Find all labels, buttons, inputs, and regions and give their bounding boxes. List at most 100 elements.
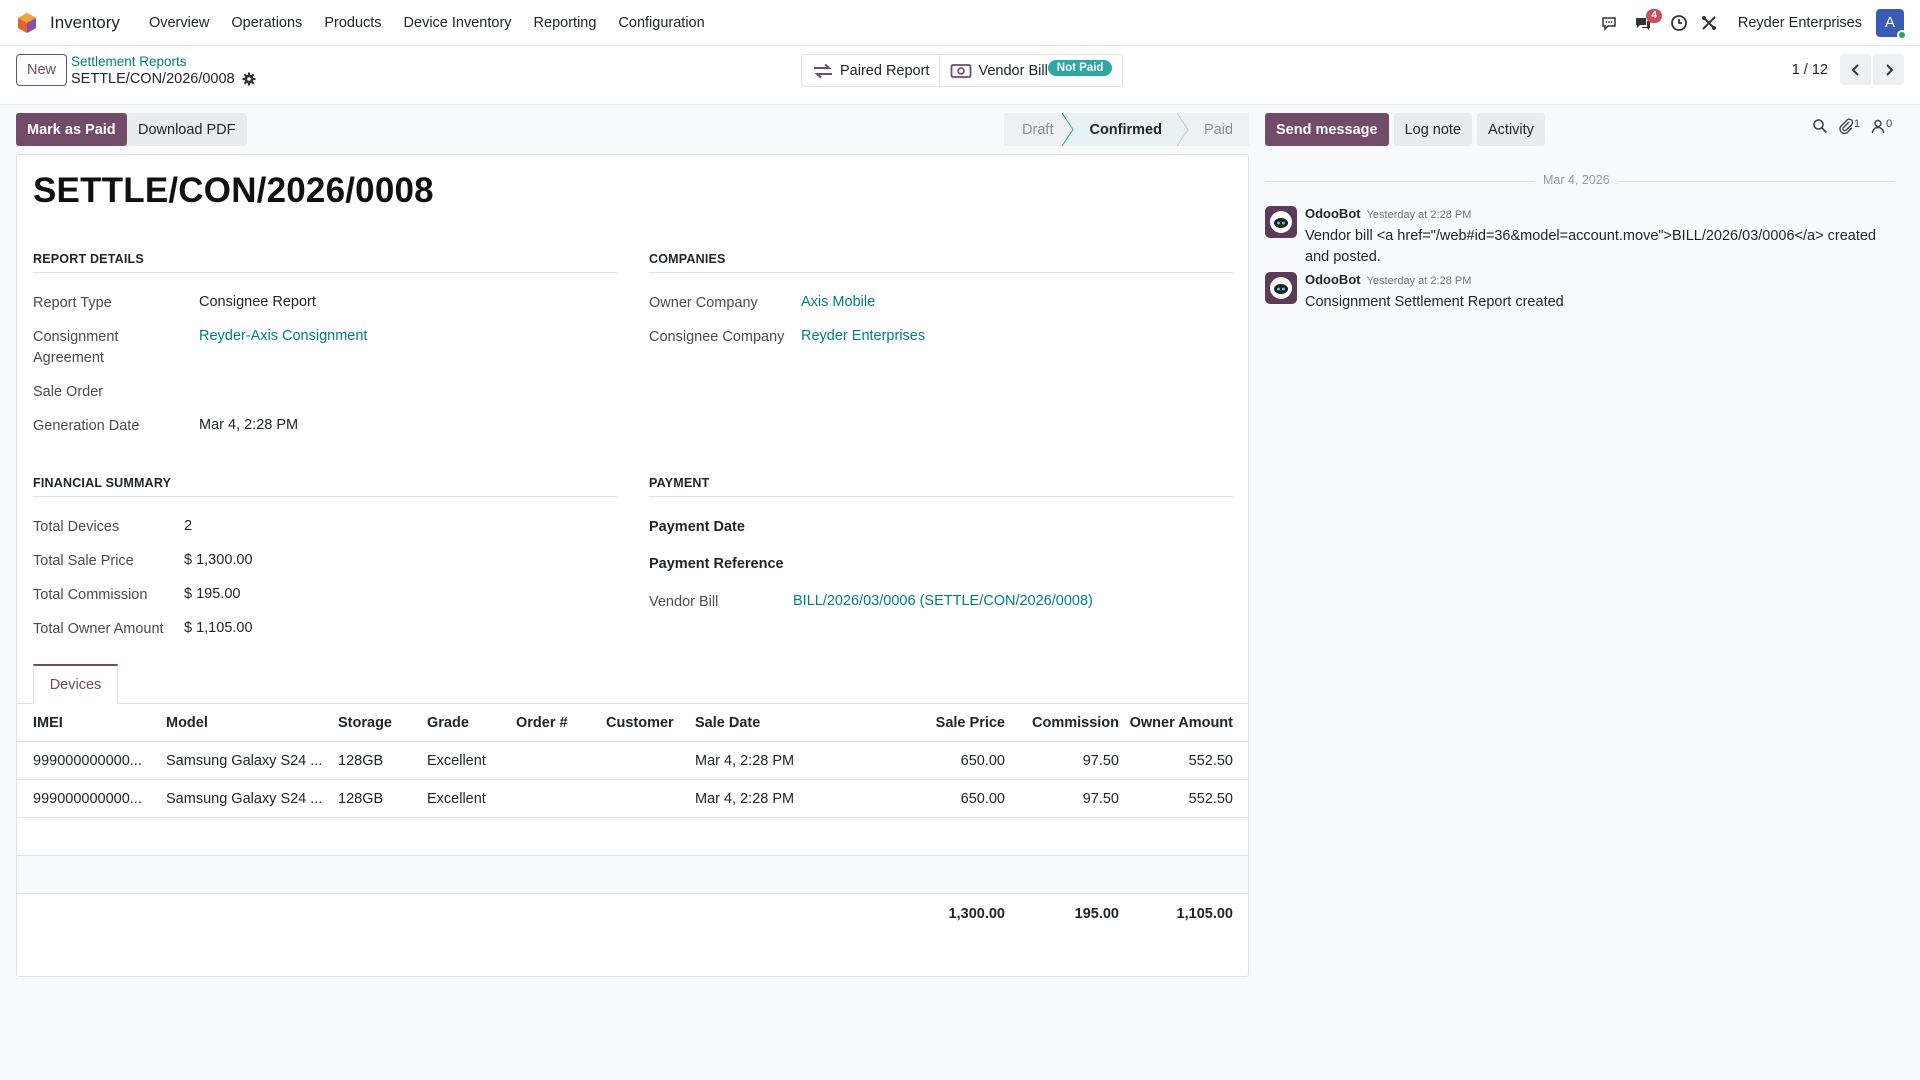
paired-report-label: Paired Report [840, 62, 930, 79]
row-sale-price: 650.00 [960, 753, 1005, 769]
row-owner-amount: 552.50 [1188, 753, 1233, 769]
col-imei[interactable]: IMEI [33, 704, 63, 742]
paired-report-button[interactable]: Paired Report [802, 55, 939, 86]
menu-overview[interactable]: Overview [138, 15, 220, 31]
menu-device-inventory[interactable]: Device Inventory [393, 15, 523, 31]
table-row[interactable]: 999000000000... Samsung Galaxy S24 ... 1… [17, 742, 1248, 780]
paperclip-icon [1839, 118, 1854, 134]
row-model: Samsung Galaxy S24 ... [166, 753, 323, 769]
messages-icon[interactable]: 4 [1628, 8, 1662, 38]
gear-icon[interactable] [242, 72, 256, 86]
stage-draft-label: Draft [1022, 121, 1054, 138]
col-sale-date[interactable]: Sale Date [695, 704, 760, 742]
menu-operations[interactable]: Operations [220, 15, 313, 31]
row-model: Samsung Galaxy S24 ... [166, 791, 323, 807]
total-owner-amount-sum: 1,105.00 [1176, 906, 1233, 922]
odoobot-avatar[interactable] [1265, 206, 1297, 238]
activity-clock-icon[interactable] [1664, 8, 1694, 38]
log-note-button[interactable]: Log note [1393, 113, 1473, 146]
message-author-name[interactable]: OdooBot [1305, 206, 1361, 221]
report-type-label: Report Type [33, 295, 112, 311]
form-sheet: SETTLE/CON/2026/0008 REPORT DETAILS Repo… [16, 154, 1249, 977]
followers-button[interactable]: 0 [1870, 118, 1892, 134]
menu-configuration[interactable]: Configuration [607, 15, 715, 31]
inventory-app-logo-icon[interactable] [16, 12, 38, 34]
chatter-topbar: Send message Log note Activity [1265, 113, 1545, 146]
stage-confirmed[interactable]: Confirmed [1062, 113, 1178, 146]
col-order[interactable]: Order # [516, 704, 568, 742]
message-author: OdooBot Yesterday at 2:28 PM [1305, 206, 1471, 221]
consignee-company-link[interactable]: Reyder Enterprises [801, 328, 925, 344]
pager-value[interactable]: 1 / 12 [1792, 62, 1828, 78]
owner-company-link[interactable]: Axis Mobile [801, 294, 875, 310]
menu-reporting[interactable]: Reporting [523, 15, 608, 31]
vendor-bill-link[interactable]: BILL/2026/03/0006 (SETTLE/CON/2026/0008) [793, 593, 1093, 609]
total-commission-value: $ 195.00 [184, 586, 241, 602]
total-commission-sum: 195.00 [1074, 906, 1119, 922]
company-switcher[interactable]: Reyder Enterprises [1738, 15, 1862, 31]
total-sale-price-label: Total Sale Price [33, 553, 134, 569]
breadcrumb-settlement-reports[interactable]: Settlement Reports [71, 54, 187, 69]
search-messages-button[interactable] [1812, 118, 1828, 134]
user-avatar[interactable]: A [1876, 8, 1907, 40]
agreement-label-line-2: Agreement [33, 350, 104, 366]
attachments-button[interactable]: 1 [1838, 118, 1860, 134]
mark-as-paid-button[interactable]: Mark as Paid [16, 113, 127, 146]
total-devices-value: 2 [184, 518, 193, 534]
breadcrumb-current: SETTLE/CON/2026/0008 [71, 71, 256, 87]
companies-heading: COMPANIES [649, 252, 1233, 273]
pager-next-button[interactable] [1873, 54, 1904, 85]
table-row[interactable]: 999000000000... Samsung Galaxy S24 ... 1… [17, 780, 1248, 818]
col-grade[interactable]: Grade [427, 704, 469, 742]
col-model[interactable]: Model [166, 704, 208, 742]
send-message-button[interactable]: Send message [1265, 113, 1389, 146]
payment-date-label: Payment Date [649, 519, 745, 535]
stage-draft[interactable]: Draft [1004, 113, 1064, 146]
row-commission: 97.50 [1082, 753, 1119, 769]
col-sale-price[interactable]: Sale Price [887, 704, 1005, 742]
stage-paid[interactable]: Paid [1176, 113, 1249, 146]
row-owner-amount: 552.50 [1188, 791, 1233, 807]
vendor-bill-button[interactable]: Vendor Bill Not Paid [939, 55, 1122, 86]
date-separator: Mar 4, 2026 [1265, 173, 1895, 189]
form-statusbar: Mark as Paid Download PDF Draft Confirme… [16, 113, 1249, 146]
message-author-name[interactable]: OdooBot [1305, 272, 1361, 287]
col-owner-amount[interactable]: Owner Amount [1127, 704, 1233, 742]
debug-tools-icon[interactable] [1694, 8, 1724, 38]
app-name[interactable]: Inventory [50, 13, 120, 33]
tab-devices[interactable]: Devices [33, 664, 118, 704]
consignment-agreement-link[interactable]: Reyder-Axis Consignment [199, 328, 367, 344]
vendor-bill-field-label: Vendor Bill [649, 594, 719, 610]
pager-previous-button[interactable] [1840, 54, 1871, 85]
col-commission[interactable]: Commission [1017, 704, 1119, 742]
new-button[interactable]: New [16, 54, 67, 86]
chevron-right-icon [1885, 63, 1893, 76]
date-separator-label: Mar 4, 2026 [1535, 173, 1618, 187]
agreement-label-line-1: Consignment [33, 329, 119, 345]
activity-button[interactable]: Activity [1477, 113, 1545, 146]
consignee-company-label: Consignee Company [649, 329, 785, 345]
devices-table-header: IMEI Model Storage Grade Order # Custome… [17, 704, 1248, 742]
status-stages: Draft Confirmed Paid [1004, 113, 1249, 146]
col-customer[interactable]: Customer [606, 704, 674, 742]
odoobot-avatar[interactable] [1265, 272, 1297, 304]
row-storage: 128GB [338, 791, 384, 807]
col-storage[interactable]: Storage [338, 704, 392, 742]
attachments-count: 1 [1854, 118, 1861, 130]
row-grade: Excellent [427, 791, 486, 807]
message-body: Consignment Settlement Report created [1305, 294, 1564, 310]
avatar-initial: A [1884, 14, 1895, 31]
breadcrumb-current-label: SETTLE/CON/2026/0008 [71, 71, 235, 87]
odoobot-face-icon [1270, 277, 1292, 299]
empty-table-row [17, 856, 1248, 894]
stage-confirmed-label: Confirmed [1089, 121, 1162, 138]
download-pdf-button[interactable]: Download PDF [127, 113, 247, 146]
message-author: OdooBot Yesterday at 2:28 PM [1305, 272, 1471, 287]
record-pager: 1 / 12 [1792, 54, 1904, 85]
row-storage: 128GB [338, 753, 384, 769]
money-bill-icon [951, 63, 972, 78]
search-icon [1813, 119, 1828, 134]
menu-products[interactable]: Products [313, 15, 392, 31]
main-menu: Overview Operations Products Device Inve… [138, 15, 716, 31]
chat-bubble-icon[interactable] [1594, 8, 1624, 38]
